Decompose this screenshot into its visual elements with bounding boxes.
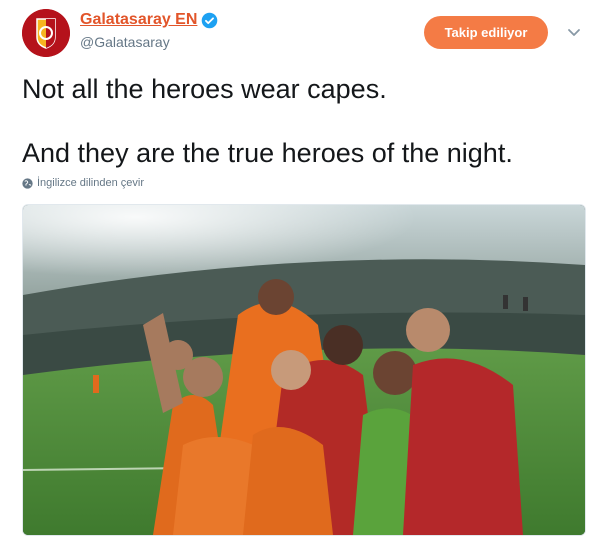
tweet-text-line-1: Not all the heroes wear capes. xyxy=(22,74,387,104)
chevron-down-icon[interactable] xyxy=(566,24,582,40)
handle[interactable]: @Galatasaray xyxy=(80,34,170,50)
display-name[interactable]: Galatasaray EN xyxy=(80,10,197,30)
following-button[interactable]: Takip ediliyor xyxy=(424,16,548,49)
team-celebration-photo-icon xyxy=(23,205,585,535)
translate-link[interactable]: İngilizce dilinden çevir xyxy=(22,177,144,189)
tweet-card: Galatasaray EN @Galatasaray Takip ediliy… xyxy=(0,0,604,545)
galatasaray-crest-icon xyxy=(22,9,70,57)
tweet-text-line-2: And they are the true heroes of the nigh… xyxy=(22,138,513,168)
globe-icon xyxy=(22,177,33,189)
tweet-photo[interactable] xyxy=(22,204,586,536)
name-row: Galatasaray EN xyxy=(80,10,218,30)
verified-badge-icon xyxy=(201,12,218,29)
avatar[interactable] xyxy=(22,9,70,57)
translate-label: İngilizce dilinden çevir xyxy=(37,177,144,189)
tweet-text: Not all the heroes wear capes. And they … xyxy=(22,72,582,170)
